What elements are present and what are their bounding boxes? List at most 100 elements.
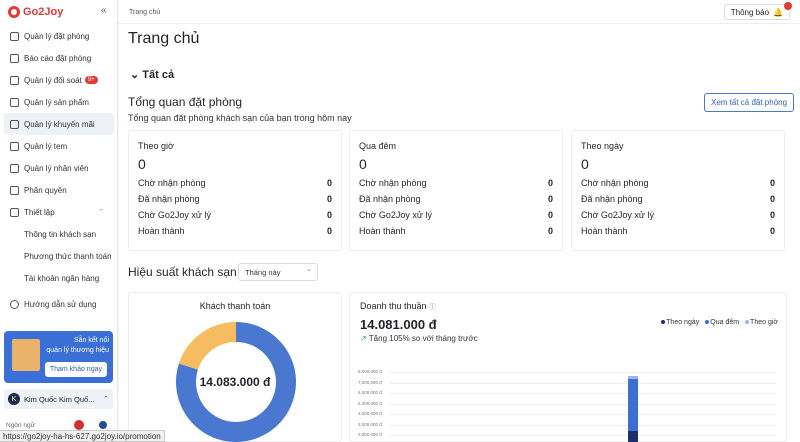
- stat-row: Chờ Go2Joy xử lý 0: [581, 210, 775, 220]
- stat-row: Hoàn thành 0: [359, 226, 553, 236]
- sidebar-item-products[interactable]: Quản lý sản phẩm: [0, 91, 118, 113]
- stat-row: Chờ Go2Joy xử lý 0: [138, 210, 332, 220]
- donut-chart: [176, 322, 296, 442]
- performance-title: Hiệu suất khách sạn: [128, 265, 237, 279]
- main-content: Trang chủ Thông báo 🔔 Trang chủ ⌄ Tất cả …: [119, 0, 800, 442]
- sidebar-subitem-bank-accounts[interactable]: Tài khoản ngân hàng: [0, 267, 118, 289]
- top-bar: Trang chủ Thông báo 🔔: [119, 0, 800, 24]
- user-icon: [10, 163, 19, 173]
- stat-row: Đã nhận phòng 0: [138, 194, 332, 204]
- tag-icon: [10, 119, 19, 129]
- page-title: Trang chủ: [128, 30, 200, 47]
- stat-row: Chờ nhận phòng 0: [138, 178, 332, 188]
- sidebar: Go2Joy « Quản lý đặt phòng Báo cáo đặt p…: [0, 0, 118, 442]
- card-daily: Theo ngày 0 Chờ nhận phòng 0 Đã nhận phòng…: [571, 130, 785, 251]
- y-tick-label: 2,000,000 đ: [358, 432, 382, 437]
- promo-banner: Sẵn kết nối quản lý thương hiệu Tham khảo…: [4, 331, 113, 383]
- user-menu[interactable]: K Kim Quốc Kim Quố... ⌃: [4, 389, 113, 409]
- stat-row: Chờ nhận phòng 0: [581, 178, 775, 188]
- bar-segment-0[interactable]: [628, 430, 638, 442]
- promo-button[interactable]: Tham khảo ngay: [44, 362, 107, 377]
- sidebar-nav: Quản lý đặt phòng Báo cáo đặt phòng Quản…: [0, 25, 118, 315]
- bell-icon: 🔔: [773, 7, 783, 17]
- payment-donut-panel: Khách thanh toán 14.083.000 đ: [128, 292, 342, 442]
- help-icon: [10, 299, 19, 309]
- promo-line1: Sẵn kết nối: [73, 337, 109, 344]
- grid-line: [390, 414, 776, 415]
- overview-subtitle: Tổng quan đặt phòng khách sạn của bạn tr…: [128, 113, 352, 123]
- info-icon: ⓘ: [429, 304, 437, 311]
- revenue-change: ↗ Tăng 105% so với tháng trước: [360, 334, 478, 343]
- logo[interactable]: Go2Joy: [8, 6, 63, 18]
- stat-row: Chờ nhận phòng 0: [359, 178, 553, 188]
- notification-dot: [784, 2, 792, 10]
- uk-flag-icon[interactable]: [98, 420, 108, 430]
- sidebar-item-bookings[interactable]: Quản lý đặt phòng: [0, 25, 118, 47]
- y-tick-label: 8,000,000 đ: [358, 369, 382, 374]
- building-illustration: [12, 339, 40, 371]
- stat-row: Đã nhận phòng 0: [581, 194, 775, 204]
- stat-row: Đã nhận phòng 0: [359, 194, 553, 204]
- stat-row: Chờ Go2Joy xử lý 0: [359, 210, 553, 220]
- grid-line: [390, 382, 776, 384]
- grid-line: [390, 403, 776, 405]
- date-range-select[interactable]: Tháng này: [238, 263, 318, 281]
- stat-row: Hoàn thành 0: [138, 226, 332, 236]
- stat-row: Hoàn thành 0: [581, 226, 775, 236]
- chart-legend: Theo ngày Qua đêm Theo giờ: [661, 319, 778, 326]
- notifications-button[interactable]: Thông báo 🔔: [723, 2, 792, 20]
- status-bar-url: https://go2joy-ha-hs-627.go2joy.io/promo…: [0, 430, 165, 442]
- ticket-icon: [10, 141, 19, 151]
- y-tick-label: 4,000,000 đ: [358, 411, 382, 416]
- sidebar-item-booking-report[interactable]: Báo cáo đặt phòng: [0, 47, 118, 69]
- overview-title: Tổng quan đặt phòng: [128, 95, 243, 109]
- revenue-value: 14.081.000 đ: [360, 317, 437, 332]
- breadcrumb[interactable]: Trang chủ: [129, 9, 160, 16]
- sidebar-item-promotions[interactable]: Quản lý khuyến mãi: [4, 113, 114, 135]
- legend-item[interactable]: Qua đêm: [705, 319, 739, 326]
- vietnam-flag-icon[interactable]: [74, 420, 84, 430]
- avatar: K: [8, 393, 20, 405]
- sidebar-item-settings[interactable]: Thiết lập ⌃: [0, 201, 118, 223]
- box-icon: [10, 97, 19, 107]
- chart-icon: [10, 53, 19, 63]
- shield-icon: [10, 185, 19, 195]
- donut-center-value: 14.083.000 đ: [199, 375, 271, 389]
- document-icon: [10, 75, 19, 85]
- logo-icon: [8, 6, 20, 18]
- sidebar-item-stamps[interactable]: Quản lý tem: [0, 135, 118, 157]
- sidebar-subitem-hotel-info[interactable]: Thông tin khách sạn: [0, 223, 118, 245]
- y-tick-label: 5,000,000 đ: [358, 400, 382, 406]
- sidebar-item-guide[interactable]: Hướng dẫn sử dụng: [0, 293, 118, 315]
- sidebar-item-permissions[interactable]: Phân quyền: [0, 179, 118, 201]
- card-overnight: Qua đêm 0 Chờ nhận phòng 0 Đã nhận phòng 0 …: [349, 130, 563, 251]
- view-all-bookings-button[interactable]: Xem tất cả đặt phòng: [704, 93, 795, 112]
- sidebar-item-staff[interactable]: Quản lý nhân viên: [0, 157, 118, 179]
- legend-item[interactable]: Theo ngày: [661, 319, 699, 326]
- promo-line2: quản lý thương hiệu: [46, 347, 109, 354]
- user-name: Kim Quốc Kim Quố...: [24, 394, 95, 404]
- chevron-up-icon: ⌃: [103, 396, 109, 403]
- collapse-sidebar-button[interactable]: «: [101, 5, 107, 16]
- language-label: Ngôn ngữ: [6, 422, 35, 429]
- sidebar-item-reconciliation[interactable]: Quản lý đối soát 9+: [0, 69, 118, 91]
- section-toggle-all[interactable]: ⌄ Tất cả: [130, 68, 174, 81]
- grid-line: [390, 424, 776, 426]
- y-tick-label: 3,000,000 đ: [358, 421, 382, 427]
- bar-segment-1[interactable]: [628, 379, 638, 431]
- card-hourly: Theo giờ 0 Chờ nhận phòng 0 Đã nhận phòng 0…: [128, 130, 342, 251]
- chevron-up-icon: ⌃: [98, 209, 104, 216]
- sidebar-subitem-payment-methods[interactable]: Phương thức thanh toán: [0, 245, 118, 267]
- y-tick-label: 7,000,000 đ: [358, 379, 382, 385]
- bar-segment-2[interactable]: [628, 376, 638, 380]
- revenue-title: Doanh thu thuần ⓘ: [360, 301, 437, 311]
- grid-line: [390, 435, 776, 436]
- donut-slice-1[interactable]: [178, 322, 237, 371]
- count-badge: 9+: [84, 76, 98, 84]
- y-tick-label: 6,000,000 đ: [358, 390, 382, 395]
- trend-up-icon: ↗: [360, 334, 367, 343]
- grid-line: [390, 372, 776, 373]
- calendar-icon: [10, 31, 19, 41]
- gear-icon: [10, 207, 19, 217]
- legend-item[interactable]: Theo giờ: [745, 319, 778, 326]
